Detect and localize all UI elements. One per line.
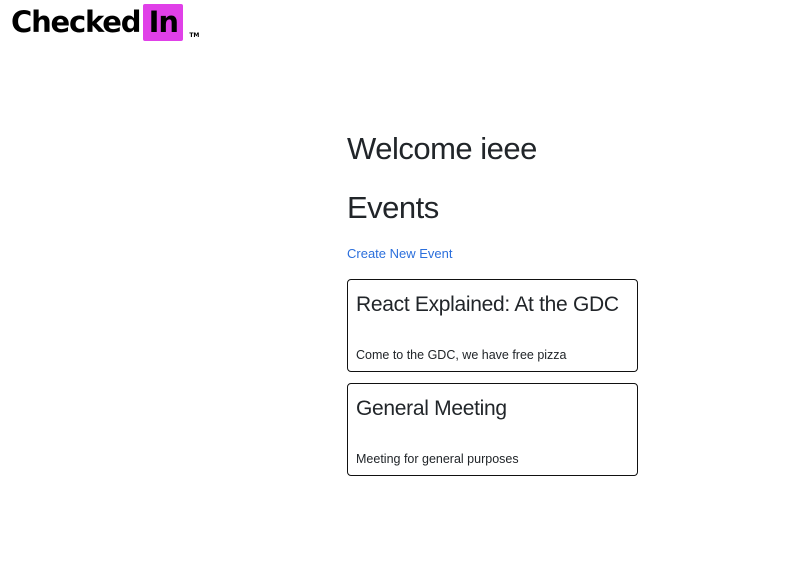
create-new-event-link[interactable]: Create New Event xyxy=(347,245,453,262)
logo-highlight: In xyxy=(143,3,184,41)
logo-text: Checked xyxy=(11,5,142,39)
trademark-mark: TM xyxy=(189,32,200,39)
welcome-heading: Welcome ieee xyxy=(347,131,537,166)
event-title: General Meeting xyxy=(356,397,507,420)
event-description: Come to the GDC, we have free pizza xyxy=(356,348,567,362)
event-card[interactable]: React Explained: At the GDC Come to the … xyxy=(347,279,638,372)
event-description: Meeting for general purposes xyxy=(356,452,519,466)
checkedin-logo[interactable]: Checked In TM xyxy=(11,3,199,41)
event-card[interactable]: General Meeting Meeting for general purp… xyxy=(347,383,638,476)
events-heading: Events xyxy=(347,190,439,225)
event-title: React Explained: At the GDC xyxy=(356,293,619,316)
